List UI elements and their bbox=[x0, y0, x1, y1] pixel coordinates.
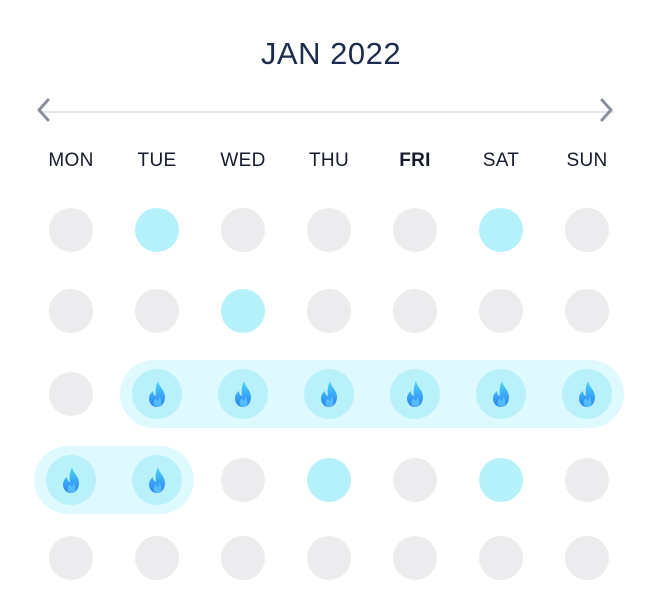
day-cell-empty[interactable] bbox=[307, 536, 351, 580]
day-cell-streak[interactable] bbox=[46, 455, 96, 505]
streak-band bbox=[120, 360, 624, 428]
day-cell-empty[interactable] bbox=[393, 458, 437, 502]
day-cell-empty[interactable] bbox=[49, 289, 93, 333]
day-cell-streak[interactable] bbox=[562, 369, 612, 419]
day-cell-empty[interactable] bbox=[565, 208, 609, 252]
flame-icon bbox=[149, 467, 165, 493]
day-cell-active[interactable] bbox=[307, 458, 351, 502]
day-cell-empty[interactable] bbox=[135, 536, 179, 580]
flame-icon bbox=[579, 381, 595, 407]
day-cell-empty[interactable] bbox=[307, 289, 351, 333]
day-cell-empty[interactable] bbox=[221, 208, 265, 252]
day-cell-empty[interactable] bbox=[565, 289, 609, 333]
day-cell-active[interactable] bbox=[479, 458, 523, 502]
day-cell-empty[interactable] bbox=[49, 536, 93, 580]
flame-icon bbox=[63, 467, 79, 493]
day-cell-empty[interactable] bbox=[565, 458, 609, 502]
day-cell-streak[interactable] bbox=[132, 455, 182, 505]
day-cell-streak[interactable] bbox=[132, 369, 182, 419]
day-cell-empty[interactable] bbox=[49, 208, 93, 252]
flame-icon bbox=[493, 381, 509, 407]
day-cell-empty[interactable] bbox=[479, 536, 523, 580]
day-cell-empty[interactable] bbox=[393, 208, 437, 252]
day-cell-empty[interactable] bbox=[135, 289, 179, 333]
flame-icon bbox=[321, 381, 337, 407]
day-cell-empty[interactable] bbox=[393, 289, 437, 333]
day-cell-streak[interactable] bbox=[218, 369, 268, 419]
calendar-grid bbox=[0, 0, 662, 615]
day-cell-active[interactable] bbox=[135, 208, 179, 252]
flame-icon bbox=[235, 381, 251, 407]
day-cell-streak[interactable] bbox=[390, 369, 440, 419]
day-cell-streak[interactable] bbox=[304, 369, 354, 419]
day-cell-active[interactable] bbox=[221, 289, 265, 333]
day-cell-empty[interactable] bbox=[479, 289, 523, 333]
day-cell-empty[interactable] bbox=[393, 536, 437, 580]
day-cell-empty[interactable] bbox=[221, 458, 265, 502]
day-cell-active[interactable] bbox=[479, 208, 523, 252]
day-cell-streak[interactable] bbox=[476, 369, 526, 419]
day-cell-empty[interactable] bbox=[221, 536, 265, 580]
flame-icon bbox=[407, 381, 423, 407]
flame-icon bbox=[149, 381, 165, 407]
day-cell-empty[interactable] bbox=[49, 372, 93, 416]
day-cell-empty[interactable] bbox=[565, 536, 609, 580]
day-cell-empty[interactable] bbox=[307, 208, 351, 252]
